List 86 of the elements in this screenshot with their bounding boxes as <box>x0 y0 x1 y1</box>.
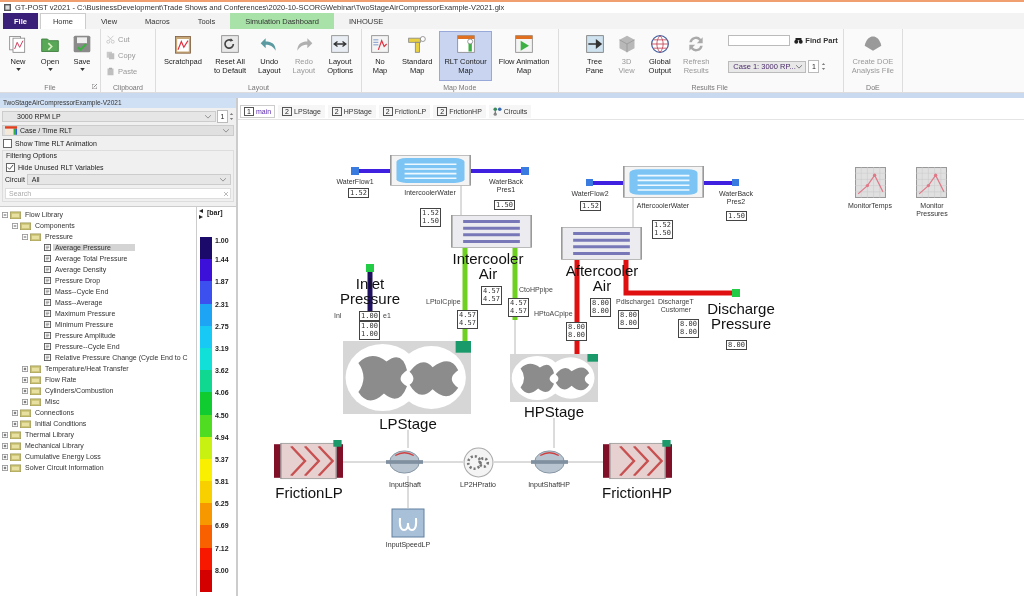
heat-exchanger-icon[interactable] <box>390 155 471 186</box>
expander-icon[interactable] <box>22 398 28 405</box>
expander-icon[interactable] <box>22 365 28 372</box>
collapse-arrows-icon[interactable] <box>199 209 203 219</box>
expander-icon[interactable] <box>12 420 18 427</box>
circuit-icon <box>492 107 502 116</box>
folder-icon <box>20 221 31 230</box>
variable-icon <box>44 354 51 361</box>
save-icon <box>72 34 92 54</box>
variable-icon <box>44 277 51 284</box>
chevron-icon <box>205 114 211 119</box>
expander-icon[interactable] <box>2 442 8 449</box>
folder-icon <box>20 419 31 428</box>
cube-icon <box>616 34 637 54</box>
binoculars-icon <box>794 37 804 44</box>
checkmark-icon <box>7 164 14 171</box>
folder-icon <box>20 408 31 417</box>
shaft-icon[interactable] <box>386 448 423 476</box>
expander-icon[interactable] <box>22 387 28 394</box>
reset-icon <box>220 34 240 54</box>
variable-icon <box>44 332 51 339</box>
expander-icon[interactable] <box>12 409 18 416</box>
dialog-launcher-icon[interactable] <box>92 84 97 89</box>
component-label: FrictionLP <box>275 485 343 500</box>
component-label: LPStage <box>379 416 437 431</box>
friction-block-drawing[interactable] <box>274 440 343 482</box>
folder-icon <box>30 397 41 406</box>
folder-icon <box>30 375 41 384</box>
screw-compressor-drawing[interactable] <box>343 341 471 414</box>
variable-icon <box>44 310 51 317</box>
chevron-icon <box>795 64 802 69</box>
chart-window-icon <box>370 34 390 54</box>
folder-icon <box>10 430 21 439</box>
expander-icon[interactable] <box>22 233 28 240</box>
expander-icon[interactable] <box>2 211 8 218</box>
speed-sensor-icon[interactable] <box>391 508 425 538</box>
app-icon <box>4 4 11 11</box>
find-field[interactable] <box>728 35 791 46</box>
layout-icon <box>330 34 351 54</box>
gear-icon[interactable] <box>463 447 494 478</box>
clear-icon[interactable] <box>224 192 228 196</box>
expander-icon[interactable] <box>2 431 8 438</box>
variable-icon <box>44 288 51 295</box>
component-label: FrictionHP <box>602 485 672 500</box>
contour-map-icon <box>455 34 476 54</box>
expander-icon[interactable] <box>22 376 28 383</box>
screw-compressor-drawing[interactable] <box>510 354 598 402</box>
expander-icon[interactable] <box>2 464 8 471</box>
expander-icon[interactable] <box>12 222 18 229</box>
folder-icon <box>10 452 21 461</box>
chevron-icon <box>223 128 229 133</box>
variable-icon <box>44 343 51 350</box>
tree-pane-icon <box>584 34 605 54</box>
chevron-icon <box>220 177 226 182</box>
friction-block-drawing[interactable] <box>603 440 672 482</box>
plot-monitor-icon[interactable] <box>855 167 886 198</box>
spin-arrows-icon[interactable] <box>229 111 234 122</box>
plot-monitor-icon[interactable] <box>916 167 947 198</box>
play-icon <box>514 34 535 54</box>
spin-arrows-icon[interactable] <box>821 61 827 72</box>
pipe-icon <box>407 34 428 54</box>
copy-icon <box>106 50 115 60</box>
scissors-icon <box>106 34 115 44</box>
variable-icon <box>44 266 51 273</box>
variable-icon <box>44 321 51 328</box>
clipboard-chart-icon <box>172 34 193 54</box>
component-label: Discharge Pressure <box>707 301 775 331</box>
folder-icon <box>10 210 21 219</box>
expander-icon[interactable] <box>2 453 8 460</box>
paste-icon <box>106 66 115 76</box>
folder-icon <box>30 232 41 241</box>
folder-icon <box>10 441 21 450</box>
heat-exchanger-icon[interactable] <box>451 215 532 248</box>
folder-icon <box>30 386 41 395</box>
heat-exchanger-icon[interactable] <box>561 227 642 260</box>
component-label: HPStage <box>524 404 584 419</box>
chart-sheets-icon <box>8 34 28 54</box>
variable-icon <box>44 244 51 251</box>
rlt-icon <box>5 126 17 135</box>
variable-icon <box>44 299 51 306</box>
globe-icon <box>649 34 670 54</box>
folder-icon <box>30 364 41 373</box>
heat-exchanger-icon[interactable] <box>623 166 704 198</box>
shaft-icon[interactable] <box>531 448 568 476</box>
folder-icon <box>10 463 21 472</box>
variable-icon <box>44 255 51 262</box>
